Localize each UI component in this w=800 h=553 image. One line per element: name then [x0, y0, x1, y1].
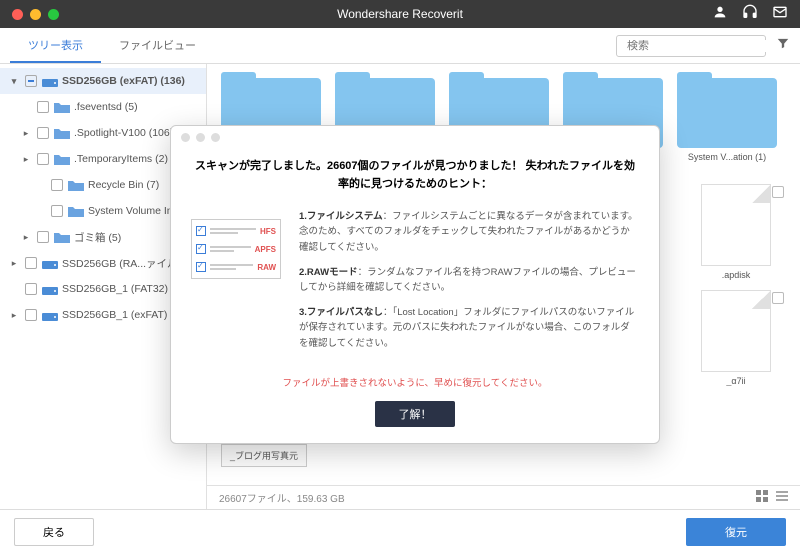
footer: 戻る 復元 — [0, 509, 800, 553]
maximize-window[interactable] — [48, 9, 59, 20]
tree-checkbox[interactable] — [37, 153, 49, 165]
tree-item[interactable]: .fseventsd (5) — [0, 94, 206, 120]
expand-icon[interactable] — [20, 101, 32, 113]
expand-icon[interactable] — [34, 179, 46, 191]
expand-icon[interactable]: ▾ — [8, 75, 20, 87]
drive-icon — [42, 74, 58, 88]
expand-icon[interactable]: ▸ — [8, 257, 20, 269]
file-card[interactable]: _α7ii — [686, 290, 786, 382]
headset-icon[interactable] — [742, 4, 758, 25]
expand-icon[interactable] — [8, 283, 20, 295]
back-button[interactable]: 戻る — [14, 518, 94, 546]
card-label: _α7ii — [686, 376, 786, 386]
card-label: System V...ation (1) — [677, 152, 777, 162]
dialog-min[interactable] — [196, 133, 205, 142]
expand-icon[interactable]: ▸ — [8, 309, 20, 321]
toolbar: ツリー表示 ファイルビュー — [0, 28, 800, 64]
list-view-icon[interactable] — [776, 490, 788, 505]
expand-icon[interactable]: ▸ — [20, 153, 32, 165]
tree-label: .Spotlight-V100 (106) — [74, 127, 173, 139]
status-bar: 26607ファイル、159.63 GB — [207, 485, 800, 509]
scan-complete-dialog: スキャンが完了しました。26607個のファイルが見つかりました！ 失われたファイ… — [170, 125, 660, 444]
expand-icon[interactable] — [34, 205, 46, 217]
drive-icon — [42, 308, 58, 322]
tree-label: SSD256GB (exFAT) (136) — [62, 75, 185, 87]
drive-icon — [42, 256, 58, 270]
card-checkbox[interactable] — [772, 186, 784, 198]
tree-checkbox[interactable] — [37, 231, 49, 243]
tree-label: SSD256GB_1 (exFAT) (1 — [62, 309, 180, 321]
status-text: 26607ファイル、159.63 GB — [219, 490, 345, 505]
tree-checkbox[interactable] — [25, 309, 37, 321]
folder-item[interactable]: _ブログ用写真元 — [221, 444, 307, 467]
tree-checkbox[interactable] — [51, 179, 63, 191]
drive-icon — [42, 282, 58, 296]
tree-label: Recycle Bin (7) — [88, 179, 159, 191]
tree-checkbox[interactable] — [37, 127, 49, 139]
titlebar: Wondershare Recoverit — [0, 0, 800, 28]
folder-icon — [54, 126, 70, 140]
minimize-window[interactable] — [30, 9, 41, 20]
tree-label: .fseventsd (5) — [74, 101, 138, 113]
tree-item[interactable]: ▾ SSD256GB (exFAT) (136) — [0, 68, 206, 94]
folder-icon — [54, 100, 70, 114]
tree-checkbox[interactable] — [25, 283, 37, 295]
dialog-warning: ファイルが上書きされないように、早めに復元してください。 — [191, 375, 639, 389]
folder-icon — [68, 204, 84, 218]
tree-checkbox[interactable] — [51, 205, 63, 217]
dialog-illustration: HFS APFS RAW — [191, 209, 281, 361]
card-label: .apdisk — [686, 270, 786, 280]
tab-tree-view[interactable]: ツリー表示 — [10, 29, 101, 63]
dialog-close[interactable] — [181, 133, 190, 142]
dialog-ok-button[interactable]: 了解！ — [375, 401, 455, 427]
dialog-title: スキャンが完了しました。26607個のファイルが見つかりました！ 失われたファイ… — [191, 158, 639, 193]
expand-icon[interactable]: ▸ — [20, 231, 32, 243]
grid-view-icon[interactable] — [756, 490, 768, 505]
tab-file-view[interactable]: ファイルビュー — [101, 29, 214, 63]
mail-icon[interactable] — [772, 4, 788, 25]
file-card[interactable]: .apdisk — [686, 184, 786, 276]
tree-checkbox[interactable] — [25, 257, 37, 269]
expand-icon[interactable]: ▸ — [20, 127, 32, 139]
tree-label: ゴミ箱 (5) — [74, 230, 121, 245]
window-controls — [12, 9, 59, 20]
close-window[interactable] — [12, 9, 23, 20]
dialog-max[interactable] — [211, 133, 220, 142]
folder-icon — [54, 152, 70, 166]
recover-button[interactable]: 復元 — [686, 518, 786, 546]
folder-icon — [68, 178, 84, 192]
tree-checkbox[interactable] — [37, 101, 49, 113]
tree-checkbox[interactable] — [25, 75, 37, 87]
folder-icon — [54, 230, 70, 244]
filter-icon[interactable] — [776, 36, 790, 55]
folder-card[interactable]: System V...ation (1) — [677, 78, 777, 170]
tree-label: .TemporaryItems (2) — [74, 153, 168, 165]
account-icon[interactable] — [712, 4, 728, 25]
search-field[interactable] — [627, 40, 769, 52]
tree-label: SSD256GB (RA...ァイル) — [62, 256, 181, 271]
search-input[interactable] — [616, 35, 766, 57]
card-checkbox[interactable] — [772, 292, 784, 304]
tree-label: SSD256GB_1 (FAT32) ( — [62, 283, 174, 295]
app-title: Wondershare Recoverit — [337, 7, 463, 21]
dialog-titlebar — [171, 126, 659, 148]
dialog-hints: 1.ファイルシステム：ファイルシステムごとに異なるデータが含まれています。念のた… — [299, 209, 639, 361]
